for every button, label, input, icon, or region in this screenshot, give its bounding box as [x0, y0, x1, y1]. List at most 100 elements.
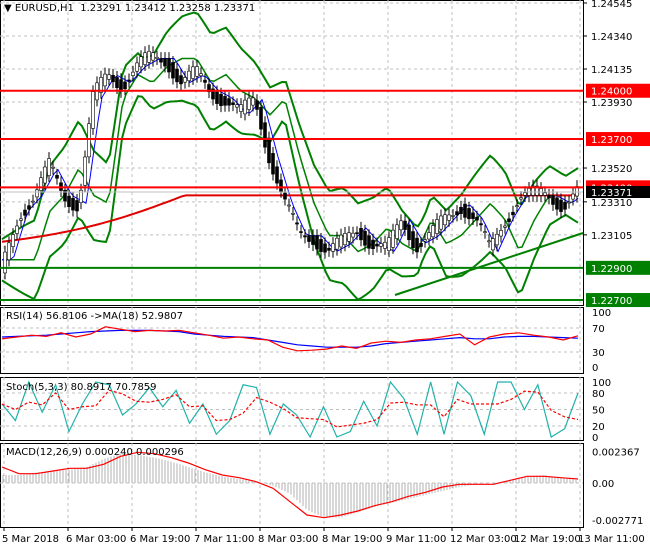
candle-body: [147, 50, 151, 63]
candle-body: [347, 232, 351, 242]
candle-body: [323, 243, 327, 253]
price-label: 1.23105: [591, 231, 632, 242]
candle-body: [291, 212, 295, 215]
candle-body: [379, 243, 383, 247]
candle-body: [435, 219, 439, 234]
time-label: 6 Mar 03:00: [66, 534, 126, 545]
level-label: 1.22900: [591, 264, 632, 275]
candle-body: [475, 216, 479, 221]
candle-body: [375, 243, 379, 247]
candle-body: [383, 241, 387, 249]
stoch-tick-label: 0: [592, 433, 598, 444]
candle-body: [27, 205, 31, 210]
candle-body: [503, 225, 507, 228]
candle-body: [319, 239, 323, 252]
open-price: 1.23291: [80, 3, 122, 14]
candle-body: [31, 200, 35, 203]
stoch-tick-label: 100: [592, 378, 611, 389]
candle-body: [231, 102, 235, 105]
candle-body: [467, 208, 471, 220]
rsi-tick-label: 30: [592, 348, 605, 359]
candle-body: [11, 234, 15, 247]
candle-body: [523, 192, 527, 196]
close-price: 1.23371: [213, 3, 256, 14]
candle-body: [67, 195, 71, 207]
price-label: 1.23520: [591, 164, 632, 175]
candle-body: [175, 68, 179, 83]
candle-body: [171, 62, 175, 79]
candle-body: [491, 238, 495, 251]
candle-body: [279, 179, 283, 192]
candle-body: [139, 56, 143, 68]
candle-body: [123, 81, 127, 90]
candle-body: [71, 197, 75, 211]
candle-body: [563, 201, 567, 210]
candle-body: [331, 243, 335, 252]
candle-body: [367, 235, 371, 249]
rsi-tick-label: 100: [592, 308, 611, 319]
candle-body: [267, 137, 271, 164]
candle-body: [131, 71, 135, 76]
candle-body: [471, 212, 475, 219]
candle-body: [239, 104, 243, 112]
candle-body: [343, 233, 347, 246]
macd-signal-line: [1, 451, 579, 519]
candle-body: [431, 225, 435, 238]
candle-body: [315, 235, 319, 250]
candle-body: [483, 231, 487, 233]
stoch-tick-label: 50: [592, 406, 605, 417]
high-price: 1.23412: [124, 3, 167, 14]
macd-label: MACD(12,26,9) 0.000240 0.000296: [6, 447, 184, 458]
candle-body: [407, 224, 411, 241]
collapse-triangle-icon[interactable]: ▼: [4, 3, 12, 14]
rsi-tick-label: 70: [592, 324, 605, 335]
candle-body: [335, 237, 339, 250]
stoch-tick-label: 80: [592, 389, 605, 400]
candle-body: [391, 229, 395, 248]
stoch-tick-label: 20: [592, 422, 605, 433]
candle-body: [247, 97, 251, 110]
trading-chart-window: 5 Mar 2018 6 Mar 03:00 6 Mar 19:00 7 Mar 11…: [0, 0, 650, 550]
candle-body: [255, 100, 259, 110]
chart-canvas[interactable]: 5 Mar 2018 6 Mar 03:00 6 Mar 19:00 7 Mar 11…: [0, 0, 650, 550]
candle-body: [135, 62, 139, 72]
stoch-label: Stoch(5,3,3) 80.8917 70.7859: [6, 382, 157, 393]
candle-body: [251, 97, 255, 106]
candle-body: [511, 211, 515, 216]
time-label: 8 Mar 19:00: [322, 534, 382, 545]
candle-body: [555, 197, 559, 210]
candle-body: [235, 104, 239, 108]
candle-body: [455, 211, 459, 216]
candle-body: [519, 197, 523, 200]
candle-body: [243, 99, 247, 115]
candle-body: [543, 192, 547, 196]
candle-body: [487, 240, 491, 243]
candle-body: [15, 225, 19, 234]
level-label: 1.22700: [591, 296, 632, 307]
time-label: 13 Mar 11:00: [578, 534, 645, 545]
candle-body: [351, 232, 355, 238]
candle-body: [423, 239, 427, 242]
candle-body: [355, 232, 359, 234]
level-label: 1.24000: [591, 87, 632, 98]
rsi-ma-line: [1, 329, 579, 348]
candle-body: [155, 56, 159, 59]
candle-body: [271, 153, 275, 175]
candle-body: [499, 230, 503, 237]
candle-body: [119, 79, 123, 92]
candle-body: [191, 66, 195, 79]
symbol-label: EURUSD,H1: [14, 3, 74, 14]
candle-body: [419, 243, 423, 247]
candle-body: [443, 214, 447, 226]
candle-body: [459, 206, 463, 214]
current-price-label: 1.23371: [591, 188, 632, 199]
time-label: 7 Mar 11:00: [194, 534, 254, 545]
candle-body: [567, 201, 571, 204]
price-label: 1.24340: [591, 32, 632, 43]
candle-body: [411, 231, 415, 249]
candle-body: [223, 96, 227, 106]
candle-body: [163, 58, 167, 67]
candle-body: [87, 123, 91, 158]
candle-body: [283, 192, 287, 200]
candle-body: [311, 235, 315, 245]
